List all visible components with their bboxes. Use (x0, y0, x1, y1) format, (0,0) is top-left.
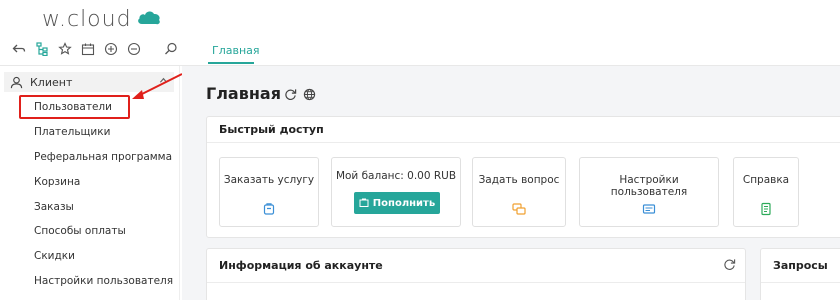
tile-label: Настройки пользователя (610, 174, 688, 198)
balance-label: Мой баланс: 0.00 RUB (335, 170, 457, 182)
globe-icon[interactable] (301, 86, 317, 102)
logo-text: w.cloud (42, 6, 132, 32)
tab-main[interactable]: Главная (212, 44, 260, 57)
user-icon (10, 75, 24, 89)
top-up-label: Пополнить (372, 197, 436, 209)
cloud-logo-icon (136, 8, 162, 31)
sidebar-item-referral[interactable]: Реферальная программа (34, 151, 172, 163)
tile-user-settings[interactable]: Настройки пользователя (579, 157, 719, 227)
search-icon[interactable] (162, 40, 180, 58)
sidebar-item-discounts[interactable]: Скидки (34, 250, 75, 262)
page-title: Главная (206, 84, 281, 103)
tile-balance: Мой баланс: 0.00 RUB Пополнить (331, 157, 461, 227)
title-actions (282, 86, 320, 102)
account-info-title: Информация об аккаунте (207, 249, 745, 283)
quick-access-card: Быстрый доступ Заказать услугу Мой балан… (206, 116, 840, 238)
top-up-button[interactable]: Пополнить (354, 192, 440, 214)
back-icon[interactable] (10, 40, 28, 58)
account-info-card: Информация об аккаунте (206, 248, 746, 300)
sitemap-icon[interactable] (33, 40, 51, 58)
requests-card: Запросы (760, 248, 840, 300)
settings-card-icon (642, 202, 656, 216)
sidebar-item-payment-methods[interactable]: Способы оплаты (34, 225, 126, 237)
tile-order-service[interactable]: Заказать услугу (219, 157, 319, 227)
refresh-icon[interactable] (723, 258, 737, 272)
help-doc-icon (759, 202, 773, 216)
tile-help[interactable]: Справка (733, 157, 799, 227)
tile-label: Задать вопрос (478, 174, 560, 186)
annotation-arrow (132, 73, 183, 99)
highlight-annotation (19, 95, 130, 119)
sidebar-item-orders[interactable]: Заказы (34, 201, 74, 213)
header: w.cloud Главная (0, 0, 840, 66)
quick-access-title: Быстрый доступ (207, 117, 840, 143)
order-icon (262, 202, 276, 216)
calendar-icon[interactable] (79, 40, 97, 58)
tile-ask-question[interactable]: Задать вопрос (472, 157, 566, 227)
remove-circle-icon[interactable] (125, 40, 143, 58)
star-icon[interactable] (56, 40, 74, 58)
toolbar (10, 40, 185, 58)
chat-icon (512, 202, 526, 216)
tile-label: Справка (742, 174, 790, 186)
sidebar-item-payers[interactable]: Плательщики (34, 126, 110, 138)
main-content: Главная Быстрый доступ Заказать услугу М… (182, 66, 840, 300)
sidebar-item-user-settings[interactable]: Настройки пользователя (34, 275, 173, 287)
tile-label: Заказать услугу (223, 174, 315, 186)
wallet-icon (359, 198, 369, 207)
sidebar-section-label: Клиент (30, 75, 73, 89)
active-tab-indicator (208, 62, 254, 64)
refresh-icon[interactable] (282, 86, 298, 102)
logo[interactable]: w.cloud (42, 6, 162, 32)
sidebar-item-cart[interactable]: Корзина (34, 176, 80, 188)
add-circle-icon[interactable] (102, 40, 120, 58)
requests-title: Запросы (761, 249, 840, 283)
